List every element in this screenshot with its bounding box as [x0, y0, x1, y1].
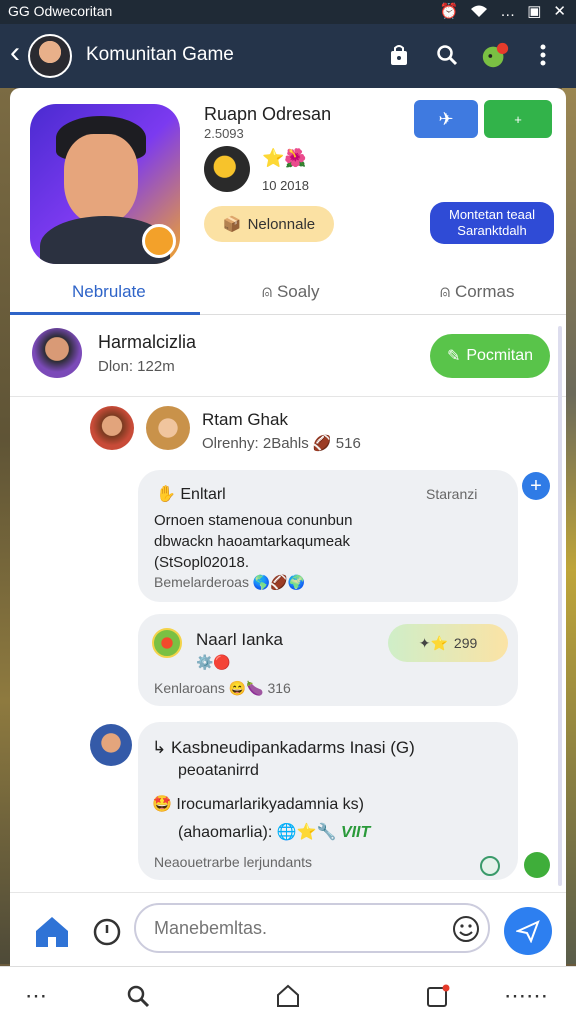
emoji-icon: 🌐⭐🔧: [276, 824, 337, 841]
emoji-icon: 😄🍆: [228, 680, 268, 696]
alarm-icon: ⏰: [439, 3, 459, 20]
search-icon[interactable]: [120, 979, 156, 1013]
emoji-icon[interactable]: [452, 915, 480, 943]
app-bar: ‹ Komunitan Game: [0, 24, 576, 88]
game-mascot-icon[interactable]: [480, 40, 510, 70]
score-pill[interactable]: ✦⭐ 299: [388, 624, 508, 662]
football-icon: 🏈: [312, 435, 336, 452]
sub-author-row: Rtam Ghak Olrenhy: 2Bahls 🏈 516: [90, 406, 540, 458]
send-button[interactable]: [504, 907, 552, 955]
post-bubble[interactable]: ✋ Enltarl Staranzi Ornoen stamenoua conu…: [138, 470, 518, 602]
author-name[interactable]: Harmalcizlia: [98, 332, 196, 353]
clock-icon[interactable]: [92, 917, 122, 947]
menu-icon[interactable]: ⋯⋯: [504, 979, 548, 1013]
author-meta: Dlon: 122m: [98, 358, 175, 375]
add-label: +: [514, 111, 522, 127]
composer-bar: [10, 892, 566, 966]
home-icon[interactable]: [270, 979, 306, 1013]
avatar[interactable]: [28, 34, 72, 78]
dots-icon: …: [500, 2, 516, 20]
post-tag: Staranzi: [426, 486, 478, 502]
tab-bar: Nebrulate ⍝ Soaly ⍝ Cormas: [10, 272, 566, 315]
post-line: (ahaomarlia): 🌐⭐🔧 VIIT: [178, 824, 371, 841]
author-avatar[interactable]: [32, 328, 82, 378]
game-name: Ruapn Odresan: [204, 104, 332, 124]
post-bubble[interactable]: ↳ Kasbneudipankadarms Inasi (G) peoatani…: [138, 722, 518, 880]
game-subtitle: 2.5093: [204, 126, 244, 141]
image-icon: ▣: [527, 3, 542, 20]
home-icon[interactable]: [32, 911, 72, 951]
divider: [10, 396, 566, 397]
bag-icon[interactable]: [384, 40, 414, 70]
post-footer: Kenlaroans 😄🍆 316: [154, 680, 291, 696]
game-logo-icon: [204, 146, 250, 192]
page-title: Komunitan Game: [86, 44, 234, 65]
author-row: Harmalcizlia Dlon: 122m ✎ Pocmitan: [26, 324, 550, 394]
status-title: GG Odwecoritan: [8, 3, 113, 19]
post-footer: Bemelarderoas 🌎🏈🌍: [154, 574, 306, 590]
game-icon: [152, 628, 182, 658]
tag-pill[interactable]: 📦 Nelonnale: [204, 206, 334, 242]
post-footer: Neaouetrarbe lerjundants: [154, 854, 312, 870]
status-bar: GG Odwecoritan ⏰ … ▣ ✕: [0, 0, 576, 24]
avatar[interactable]: [90, 724, 132, 766]
pin-icon: ✎: [446, 348, 461, 365]
tab-soaly[interactable]: ⍝ Soaly: [262, 282, 319, 302]
compose-icon[interactable]: [420, 979, 456, 1013]
bottom-nav: ⋯ ⋯⋯: [0, 966, 576, 1025]
bell-icon: ⍝: [262, 282, 277, 301]
post-body: Ornoen stamenoua conunbun dbwackn haoamt…: [154, 512, 353, 571]
emoji-icon: 🌎🏈🌍: [252, 574, 306, 590]
tab-indicator: [10, 312, 200, 315]
sub-author-name[interactable]: Rtam Ghak: [202, 410, 288, 430]
message-input[interactable]: [134, 903, 490, 953]
share-button[interactable]: ✈: [414, 100, 478, 138]
avatar[interactable]: [146, 406, 190, 450]
score-value: 299: [453, 635, 478, 651]
tag-label: Nelonnale: [247, 215, 316, 233]
search-icon[interactable]: [432, 40, 462, 70]
avatar[interactable]: [90, 406, 134, 450]
back-arrow-icon[interactable]: ‹: [10, 38, 20, 68]
more-icon[interactable]: ⋯: [18, 979, 54, 1013]
hand-icon: ✋: [156, 486, 181, 503]
post-subtitle: peoatanirrd: [178, 762, 259, 779]
wifi-icon: [471, 5, 488, 17]
rocket-icon: ✈: [438, 108, 454, 129]
post-line: 🤩 Irocumarlarikyadamnia ks): [152, 796, 364, 813]
status-dot-icon: [480, 856, 500, 876]
star-icon: ✦⭐: [418, 634, 448, 651]
follow-button[interactable]: ✎ Pocmitan: [430, 334, 550, 378]
action-button[interactable]: Montetan teaal Saranktdalh: [430, 202, 554, 244]
game-date: 10 2018: [262, 178, 309, 193]
tab-cormas[interactable]: ⍝ Cormas: [440, 282, 514, 302]
post-title: ↳ Kasbneudipankadarms Inasi (G): [152, 738, 415, 757]
person-icon: ⍝: [440, 282, 455, 301]
sub-author-meta: Olrenhy: 2Bahls 🏈 516: [202, 435, 361, 452]
game-hero-image[interactable]: [30, 104, 180, 264]
add-icon[interactable]: +: [522, 472, 550, 500]
community-card: Ruapn Odresan 2.5093 ⭐🌺 10 2018 📦 Nelonn…: [10, 88, 566, 966]
close-icon[interactable]: ✕: [553, 2, 566, 20]
emoji-icon: 🤩: [152, 796, 177, 813]
more-vertical-icon[interactable]: [528, 40, 558, 70]
emoji-icon: ⚙️🔴: [196, 654, 231, 670]
follow-label: Pocmitan: [466, 347, 534, 364]
tab-nebrulate[interactable]: Nebrulate: [72, 282, 146, 302]
check-icon[interactable]: [524, 852, 550, 878]
send-icon: [516, 920, 540, 943]
scrollbar[interactable]: [558, 326, 562, 886]
badge-icon: [142, 224, 176, 258]
post-title: Naarl Ianka: [196, 630, 283, 649]
trophy-icon: 📦: [222, 216, 242, 233]
add-button[interactable]: +: [484, 100, 552, 138]
star-icon: ⭐🌺: [262, 148, 307, 168]
arrow-icon: ↳: [152, 738, 171, 757]
post-title: ✋ Enltarl: [156, 486, 226, 503]
